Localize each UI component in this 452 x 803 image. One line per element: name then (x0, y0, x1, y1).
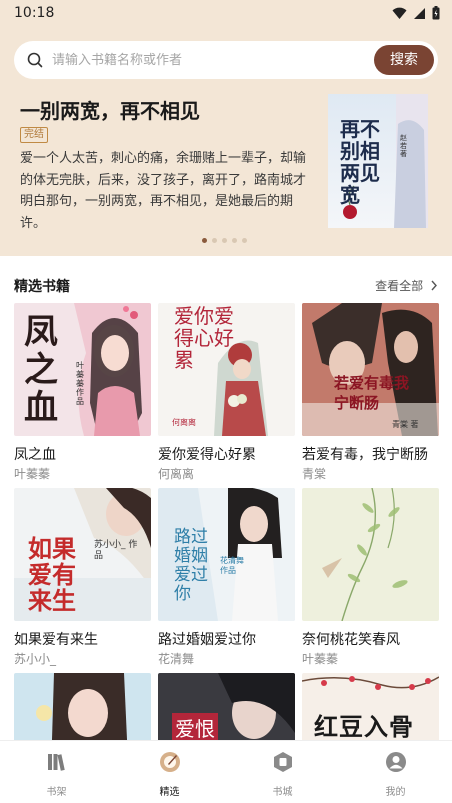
banner-cover-author: 赵若 著 (400, 134, 407, 158)
cover-art (302, 488, 439, 621)
cover-title: 如果爱有来生 (28, 534, 76, 615)
cover-title: 凤之血 (24, 312, 58, 428)
nav-label: 我的 (385, 787, 406, 798)
book-author: 何离离 (158, 467, 195, 481)
banner-description: 爱一个人太苦，刺心的痛，余珊赌上一辈子，却输的体无完肤，后来，没了孩子，离开了，… (20, 151, 307, 231)
book-title[interactable]: 爱你爱得心好累 (158, 444, 256, 464)
signal-icon (414, 7, 425, 19)
see-all-label: 查看全部 (375, 279, 424, 293)
search-button[interactable]: 搜索 (374, 45, 434, 75)
cover-author: 花清舞 作品 (220, 556, 244, 575)
status-badge: 完结 (20, 127, 48, 143)
search-input[interactable] (52, 49, 372, 71)
cover-author: 苏小小_ 作品 (94, 540, 138, 561)
carousel-dot[interactable] (212, 238, 217, 243)
carousel-dot[interactable] (242, 238, 247, 243)
book-author: 花清舞 (158, 652, 195, 666)
nav-item-bookstore[interactable]: 书城 (226, 741, 339, 803)
nav-item-profile[interactable]: 我的 (339, 741, 452, 803)
book-cover[interactable]: 如果爱有来生 苏小小_ 作品 (14, 488, 151, 621)
status-time: 10:18 (14, 5, 55, 21)
book-card[interactable]: 凤之血 叶蓁蓁 作品 凤之血 叶蓁蓁 (14, 303, 151, 481)
book-card[interactable]: 路过婚姻爱过你 花清舞 作品 路过婚姻爱过你 花清舞 (158, 488, 295, 666)
book-card[interactable]: 若爱有毒我宁断肠 青棠 著 若爱有毒，我宁断肠 青棠 (302, 303, 439, 481)
book-author: 叶蓁蓁 (14, 467, 51, 481)
banner-title[interactable]: 一别两宽，再不相见 (20, 95, 200, 124)
bottom-nav: 书架 精选 书城 我的 (0, 740, 452, 803)
carousel-dot[interactable] (222, 238, 227, 243)
banner-cover-title: 再不别相两见宽 (340, 117, 380, 207)
carousel-dot[interactable] (202, 238, 207, 243)
see-all-link[interactable]: 查看全部 (375, 277, 438, 294)
book-cover[interactable]: 爱你爱得心好累 何离离 (158, 303, 295, 436)
book-author: 苏小小_ (14, 652, 57, 666)
book-card[interactable]: 爱你爱得心好累 何离离 爱你爱得心好累 何离离 (158, 303, 295, 481)
book-card[interactable]: 如果爱有来生 苏小小_ 作品 如果爱有来生 苏小小_ (14, 488, 151, 666)
status-icons (392, 6, 440, 20)
section-title: 精选书籍 (14, 279, 70, 295)
nav-label: 书城 (272, 787, 293, 798)
book-cover[interactable] (302, 488, 439, 621)
book-author: 叶蓁蓁 (302, 652, 339, 666)
cover-title: 若爱有毒我宁断肠 (334, 374, 410, 412)
cover-art (302, 303, 439, 436)
battery-icon (432, 6, 440, 20)
book-title[interactable]: 路过婚姻爱过你 (158, 629, 256, 649)
nav-item-bookshelf[interactable]: 书架 (0, 741, 113, 803)
cover-title: 爱你爱得心好累 (174, 304, 234, 372)
cover-author: 叶蓁蓁 作品 (76, 361, 84, 406)
bookstore-icon (273, 752, 292, 772)
cover-title: 路过婚姻爱过你 (174, 527, 208, 604)
search-bar[interactable]: 搜索 (14, 41, 438, 79)
featured-icon (159, 752, 180, 772)
cover-author: 何离离 (172, 418, 196, 427)
chevron-right-icon (431, 280, 437, 291)
search-icon (27, 52, 43, 68)
carousel-indicator[interactable] (202, 238, 247, 243)
book-cover[interactable]: 路过婚姻爱过你 花清舞 作品 (158, 488, 295, 621)
cover-title: 爱恨 (172, 713, 218, 742)
book-cover[interactable]: 凤之血 叶蓁蓁 作品 (14, 303, 151, 436)
book-card[interactable]: 奈何桃花笑春风 叶蓁蓁 (302, 488, 439, 666)
wifi-icon (392, 7, 407, 19)
carousel-dot[interactable] (232, 238, 237, 243)
bookshelf-icon (47, 754, 65, 771)
book-author: 青棠 (302, 467, 327, 481)
cover-author: 青棠 著 (392, 420, 419, 429)
nav-label: 精选 (159, 787, 180, 798)
cover-title: 红豆入骨 (314, 712, 414, 741)
banner-book-cover[interactable]: 再不别相两见宽 赵若 著 (328, 94, 428, 228)
book-title[interactable]: 凤之血 (14, 444, 56, 464)
book-title[interactable]: 奈何桃花笑春风 (302, 629, 400, 649)
book-title[interactable]: 若爱有毒，我宁断肠 (302, 444, 428, 464)
nav-label: 书架 (46, 787, 67, 798)
nav-item-featured[interactable]: 精选 (113, 741, 226, 803)
book-title[interactable]: 如果爱有来生 (14, 629, 98, 649)
status-bar: 10:18 (0, 0, 452, 28)
profile-icon (385, 752, 406, 772)
book-cover[interactable]: 若爱有毒我宁断肠 青棠 著 (302, 303, 439, 436)
